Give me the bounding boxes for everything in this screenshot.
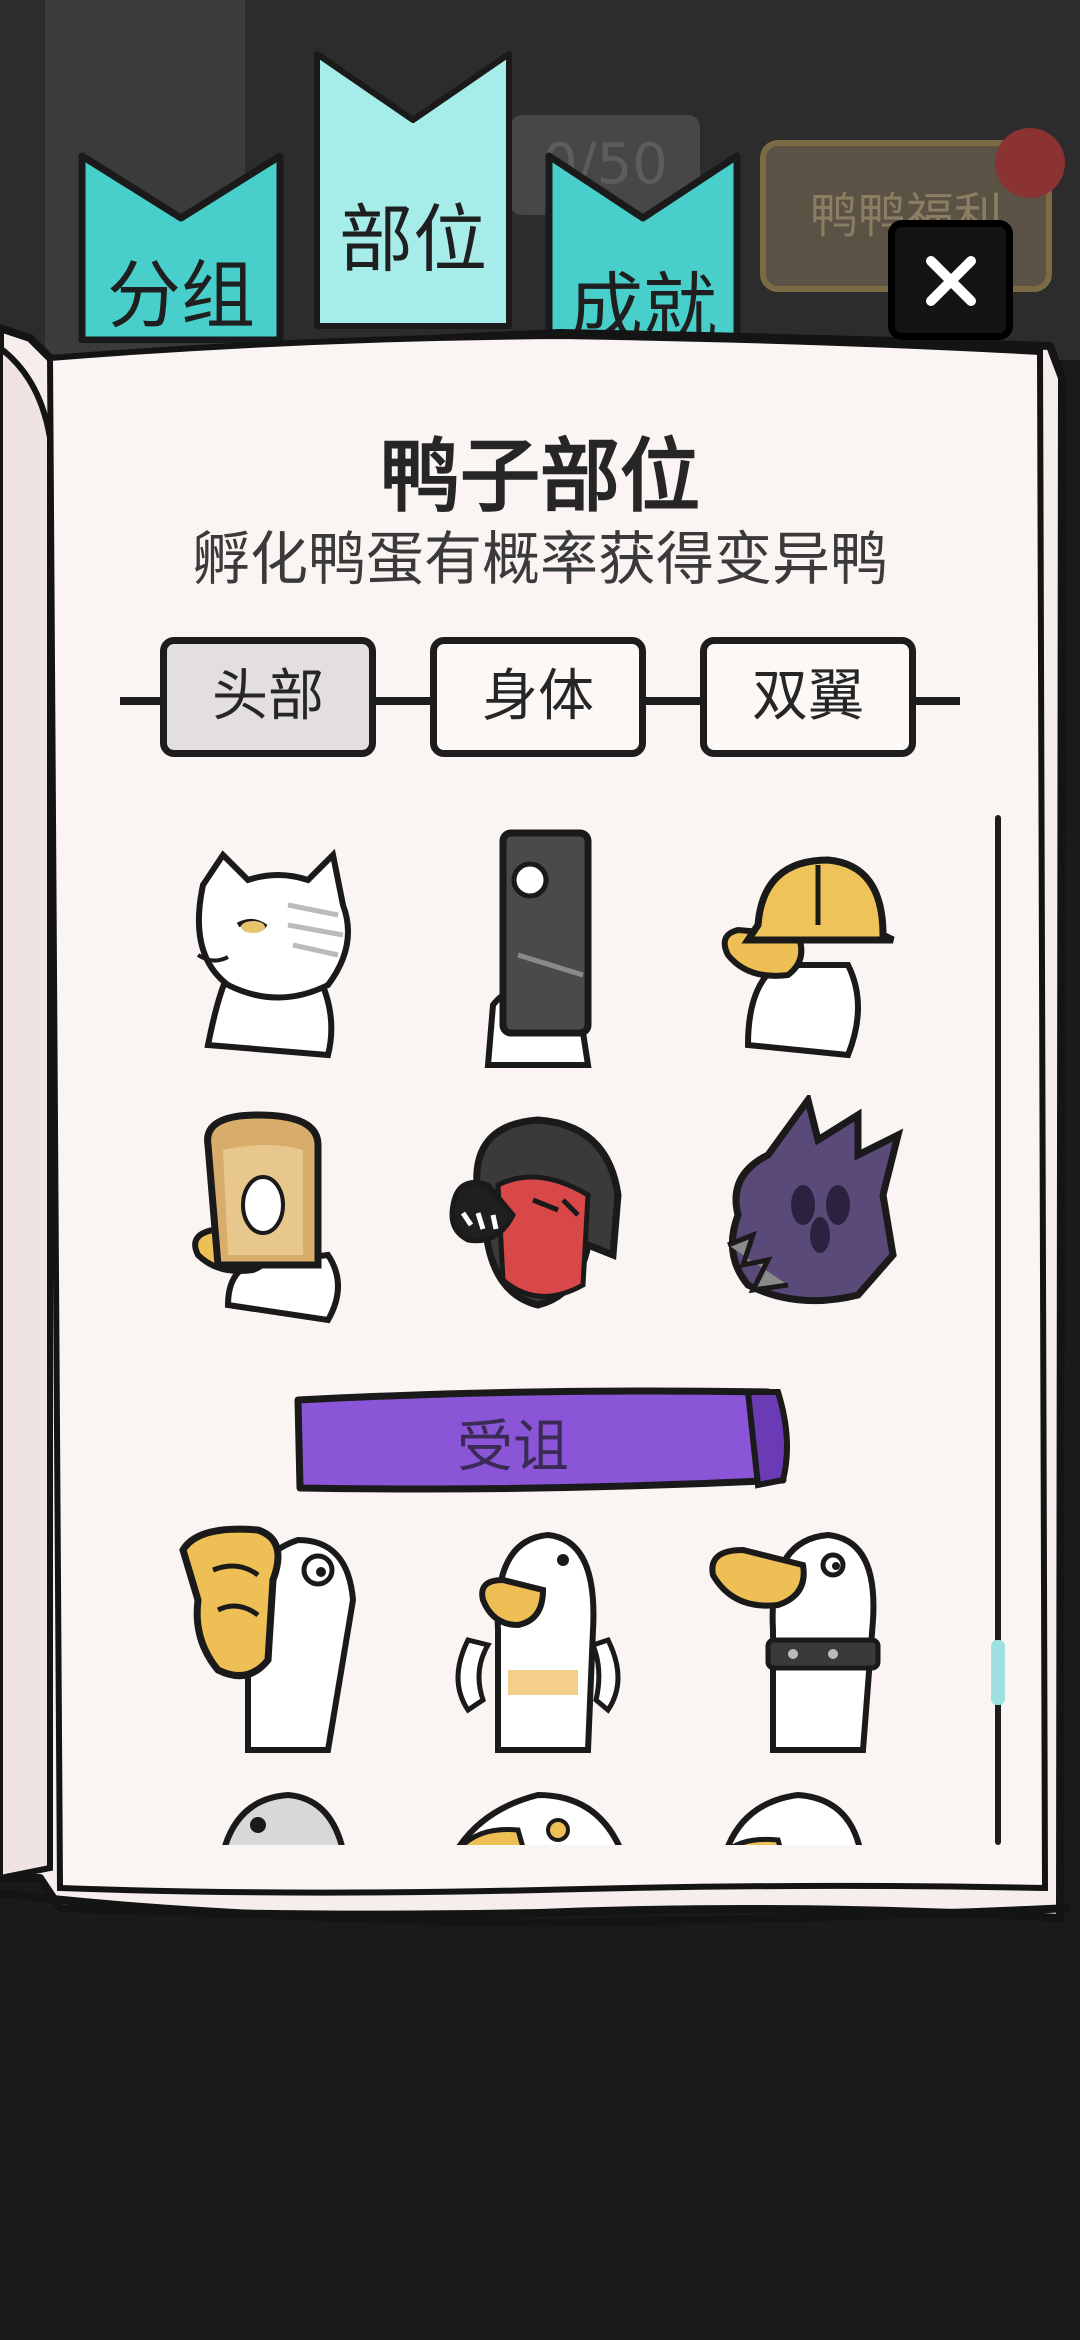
part-item[interactable] [178, 1520, 378, 1753]
part-item[interactable] [448, 825, 648, 1068]
close-button[interactable] [888, 220, 1013, 340]
part-item[interactable] [708, 1095, 908, 1325]
segment-wings[interactable]: 双翼 [700, 637, 916, 757]
cat-head-icon [195, 848, 351, 1059]
section-banner-cursed: 受诅 [278, 1380, 798, 1500]
part-item[interactable] [708, 845, 908, 1075]
tab-group[interactable]: 分组 [78, 148, 284, 343]
parts-list[interactable]: 受诅 [150, 815, 950, 1845]
duck-head-icon [222, 1791, 345, 1845]
part-item[interactable] [698, 1775, 898, 1845]
tab-part[interactable]: 部位 [313, 50, 513, 330]
segment-body[interactable]: 身体 [430, 637, 646, 757]
cursed-mask-duck-icon [179, 1525, 357, 1753]
part-item[interactable] [188, 1780, 388, 1845]
tab-achievement[interactable]: 成就 [545, 150, 741, 351]
collared-duck-icon [709, 1531, 881, 1753]
toast-duck-icon [192, 1111, 341, 1324]
purple-spiked-helmet-icon [727, 1095, 904, 1305]
red-demon-head-icon [449, 1116, 622, 1309]
phone-head-icon [484, 829, 592, 1068]
close-icon [926, 256, 976, 306]
panel-subtitle: 孵化鸭蛋有概率获得变异鸭 [191, 525, 888, 593]
white-duck-icon [455, 1531, 621, 1753]
duck-head-icon [456, 1791, 622, 1845]
part-item[interactable] [168, 845, 368, 1075]
tab-part-label: 部位 [339, 197, 487, 283]
panel-title: 鸭子部位 [380, 430, 700, 523]
hardhat-duck-icon [721, 856, 895, 1059]
part-item[interactable] [698, 1520, 898, 1753]
part-item[interactable] [438, 1520, 638, 1753]
scrollbar-thumb[interactable] [991, 1640, 1005, 1705]
section-banner-label: 受诅 [457, 1415, 569, 1480]
notification-badge [995, 128, 1065, 198]
part-item[interactable] [428, 1775, 628, 1845]
segment-head[interactable]: 头部 [160, 637, 376, 757]
part-item[interactable] [438, 1105, 638, 1335]
part-item[interactable] [178, 1105, 378, 1335]
duck-head-icon [725, 1791, 863, 1845]
